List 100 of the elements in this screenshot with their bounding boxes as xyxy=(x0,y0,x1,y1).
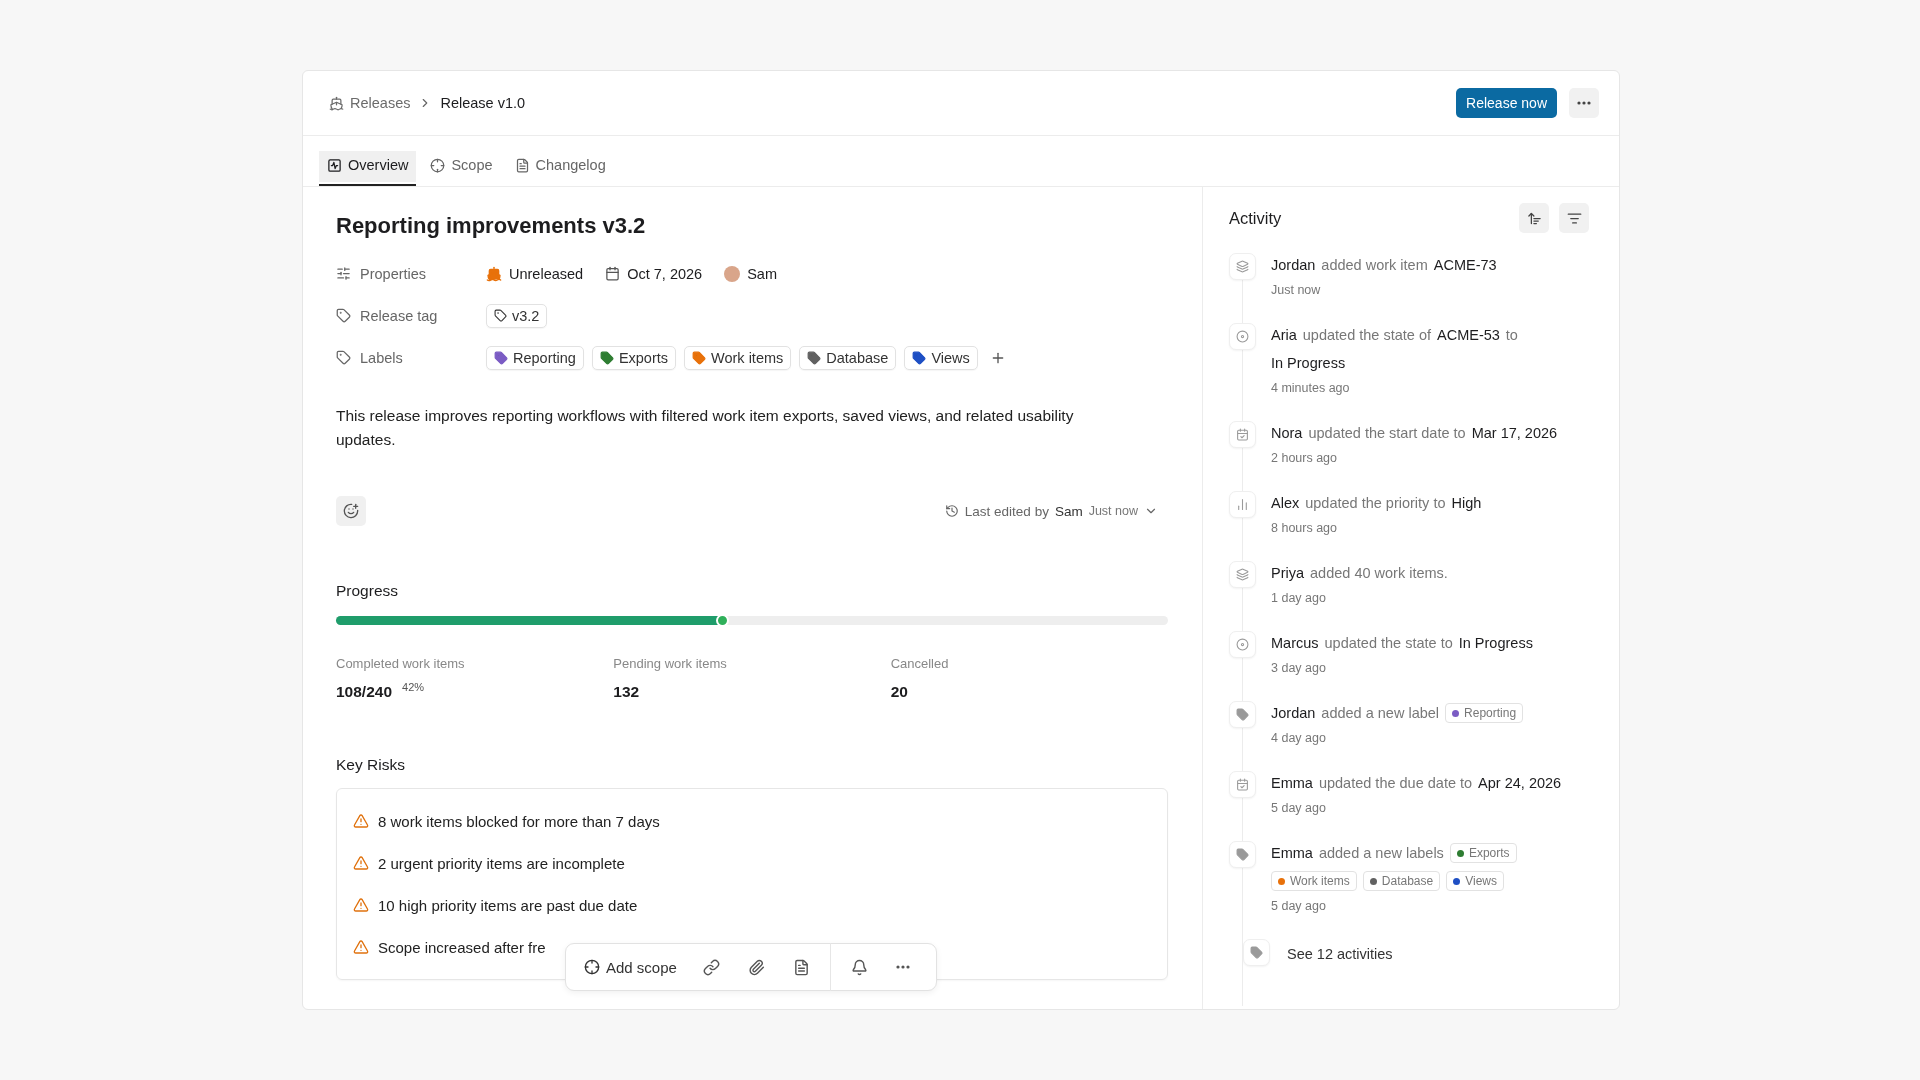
add-scope-button[interactable]: Add scope xyxy=(578,958,689,976)
activity-time: 3 day ago xyxy=(1271,661,1327,675)
stat-value: 132 xyxy=(613,683,640,701)
document-icon xyxy=(514,157,530,173)
activity-value: Apr 24, 2026 xyxy=(1478,774,1562,793)
activity-value: Mar 17, 2026 xyxy=(1471,424,1558,443)
document-icon xyxy=(792,958,810,976)
target-icon xyxy=(1236,330,1249,343)
activity-time: Just now xyxy=(1271,283,1322,297)
activity-title: Activity xyxy=(1229,208,1282,228)
stat-value: 108/240 xyxy=(336,683,393,701)
paperclip-icon xyxy=(747,958,765,976)
filter-button[interactable] xyxy=(1559,203,1589,233)
activity-value: In Progress xyxy=(1458,634,1533,653)
more-icon xyxy=(895,965,910,969)
section-title: Key Risks xyxy=(336,756,406,774)
activity-text: updated the due date to xyxy=(1318,774,1473,793)
property-label: Properties xyxy=(360,265,427,282)
lead-value[interactable]: Sam xyxy=(724,265,777,282)
tag-icon xyxy=(1236,708,1249,721)
activity-text: added 40 work items. xyxy=(1310,564,1448,583)
tag-icon xyxy=(1250,946,1263,959)
stat-label: Completed work items xyxy=(336,656,466,671)
target-icon xyxy=(1236,638,1249,651)
tab[interactable]: Changelog xyxy=(506,146,614,186)
risk-text: 8 work items blocked for more than 7 days xyxy=(378,812,660,830)
history-icon xyxy=(944,504,959,518)
stat-label: Cancelled xyxy=(890,656,950,671)
activity-text: updated the start date to xyxy=(1308,424,1466,443)
activity-text: updated the state to xyxy=(1324,634,1453,653)
activity-time: 5 day ago xyxy=(1271,899,1327,913)
label-chip[interactable]: Exports xyxy=(591,345,677,370)
activity-time: 1 day ago xyxy=(1271,591,1327,605)
calendar-icon xyxy=(1236,428,1249,441)
last-edited-button[interactable]: Last edited by Sam Just now xyxy=(944,503,1168,519)
warning-icon xyxy=(353,939,369,955)
activity-time: 2 hours ago xyxy=(1271,451,1339,465)
sort-icon xyxy=(1526,210,1542,226)
property-label: Release tag xyxy=(360,307,438,324)
calendar-icon xyxy=(1236,778,1249,791)
avatar xyxy=(724,265,741,282)
layers-icon xyxy=(1236,260,1249,273)
tag-icon xyxy=(336,308,351,323)
activity-value: ACME-73 xyxy=(1433,256,1497,275)
chart-icon xyxy=(327,157,342,173)
breadcrumb-current: Release v1.0 xyxy=(440,95,526,111)
release-now-button[interactable]: Release now xyxy=(1456,88,1557,118)
layers-icon xyxy=(1236,568,1249,581)
release-title: Reporting improvements v3.2 xyxy=(336,213,647,239)
label-chip[interactable]: Database xyxy=(799,345,897,370)
actor-name: Alex xyxy=(1271,494,1300,513)
activity-text: updated the priority to xyxy=(1305,494,1446,513)
label-chip: Work items xyxy=(1271,871,1357,891)
activity-time: 4 day ago xyxy=(1271,731,1327,745)
actor-name: Emma xyxy=(1271,844,1313,863)
actor-name: Marcus xyxy=(1271,634,1319,653)
calendar-icon xyxy=(605,266,621,281)
bell-icon xyxy=(850,958,868,976)
property-label: Labels xyxy=(360,349,403,366)
date-value[interactable]: Oct 7, 2026 xyxy=(605,265,703,282)
risk-text: 2 urgent priority items are incomplete xyxy=(378,854,625,872)
activity-text: added a new label xyxy=(1321,704,1440,723)
link-icon xyxy=(702,958,720,976)
activity-value: High xyxy=(1451,494,1482,513)
activity-text: added work item xyxy=(1321,256,1428,275)
filter-icon xyxy=(1566,210,1582,226)
risk-text: 10 high priority items are past due date xyxy=(378,896,638,914)
label-chip: Exports xyxy=(1449,843,1517,863)
bars-icon xyxy=(1236,498,1249,511)
release-tag-chip[interactable]: v3.2 xyxy=(486,303,548,328)
tab[interactable]: Scope xyxy=(422,146,501,186)
activity-value: ACME-53 xyxy=(1437,326,1500,345)
tag-icon xyxy=(494,309,507,322)
more-icon xyxy=(1577,101,1591,105)
warning-icon xyxy=(353,813,369,829)
activity-text: updated the state of xyxy=(1302,326,1431,345)
warning-icon xyxy=(353,855,369,871)
sort-button[interactable] xyxy=(1519,203,1549,233)
see-activities-link[interactable]: See 12 activities xyxy=(1287,945,1589,962)
label-chip: Reporting xyxy=(1445,703,1524,723)
risk-text: Scope increased after fre xyxy=(378,938,546,956)
stat-percent: 42% xyxy=(402,681,425,693)
actor-name: Priya xyxy=(1271,564,1305,583)
stat-label: Pending work items xyxy=(613,656,728,671)
activity-time: 4 minutes ago xyxy=(1271,381,1351,395)
activity-time: 5 day ago xyxy=(1271,801,1327,815)
section-title: Progress xyxy=(336,582,400,600)
state-value[interactable]: Unreleased xyxy=(486,265,584,282)
activity-text: to xyxy=(1505,326,1518,345)
label-chip[interactable]: Views xyxy=(904,345,978,370)
ship-icon xyxy=(486,265,502,282)
label-chip[interactable]: Reporting xyxy=(486,345,584,370)
release-description: This release improves reporting workflows with filtered work item exports, saved views, and related usability updates. xyxy=(336,406,1075,450)
sliders-icon xyxy=(336,266,351,281)
tag-icon xyxy=(1236,848,1249,861)
activity-value: In Progress xyxy=(1271,354,1346,373)
add-reaction-button[interactable] xyxy=(336,496,366,526)
breadcrumb-link[interactable]: Releases xyxy=(329,95,411,111)
warning-icon xyxy=(353,897,369,913)
label-chip[interactable]: Work items xyxy=(684,345,792,370)
